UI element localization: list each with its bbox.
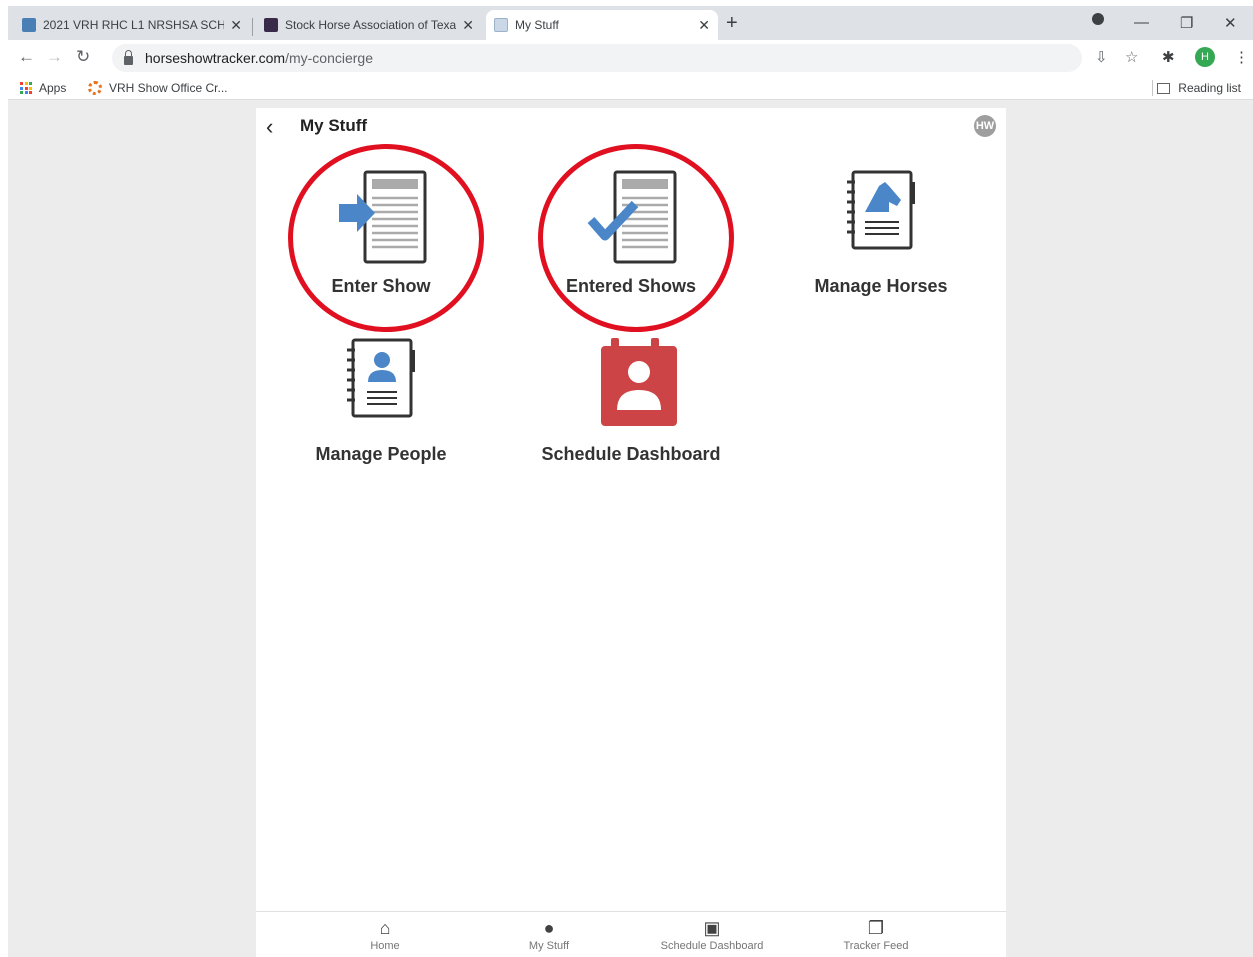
nav-home[interactable]: ⌂ Home bbox=[310, 918, 460, 952]
tile-label: Manage Horses bbox=[814, 276, 948, 296]
new-tab-icon[interactable]: + bbox=[726, 12, 738, 35]
home-icon: ⌂ bbox=[379, 918, 391, 938]
back-chevron-icon[interactable]: ‹ bbox=[266, 114, 273, 140]
browser-tab-active[interactable]: My Stuff ✕ bbox=[486, 10, 718, 40]
nav-label: Home bbox=[370, 940, 400, 952]
extensions-puzzle-icon[interactable]: ✱ bbox=[1162, 48, 1175, 66]
tile-schedule-dashboard[interactable]: Schedule Dashboard bbox=[531, 336, 731, 465]
reading-list-button[interactable]: Reading list bbox=[1157, 81, 1241, 95]
restore-icon[interactable]: ❐ bbox=[1180, 14, 1193, 32]
url-host: horseshowtracker.com bbox=[145, 50, 286, 66]
reload-icon[interactable]: ↻ bbox=[76, 47, 90, 67]
tab-title: Stock Horse Association of Texas bbox=[285, 18, 457, 32]
browser-tab[interactable]: 2021 VRH RHC L1 NRSHSA SCHE ✕ bbox=[14, 10, 250, 40]
app-container: ‹ My Stuff HW Enter Show Entered Shows M… bbox=[256, 108, 1006, 957]
feed-icon: ❐ bbox=[867, 918, 885, 938]
gear-icon bbox=[88, 81, 102, 95]
person-notebook-icon bbox=[347, 338, 415, 418]
tile-manage-people[interactable]: Manage People bbox=[281, 336, 481, 465]
calendar-icon: ▣ bbox=[703, 918, 721, 938]
horse-notebook-icon bbox=[847, 170, 915, 250]
nav-label: Schedule Dashboard bbox=[660, 940, 764, 952]
window-close-icon[interactable]: ✕ bbox=[1224, 14, 1237, 32]
tab-search-icon[interactable] bbox=[1092, 13, 1104, 25]
reading-list-icon bbox=[1157, 82, 1171, 94]
sheet-favicon-icon bbox=[22, 18, 36, 32]
nav-my-stuff[interactable]: ● My Stuff bbox=[474, 918, 624, 952]
page-title: My Stuff bbox=[300, 116, 368, 135]
bookmark-label: Apps bbox=[39, 81, 67, 95]
minimize-icon[interactable]: — bbox=[1134, 14, 1149, 31]
bookmarks-bar: Apps VRH Show Office Cr... Reading list bbox=[8, 76, 1253, 100]
browser-tab[interactable]: Stock Horse Association of Texas ✕ bbox=[256, 10, 482, 40]
close-icon[interactable]: ✕ bbox=[698, 17, 710, 34]
close-icon[interactable]: ✕ bbox=[462, 17, 474, 34]
tab-title: 2021 VRH RHC L1 NRSHSA SCHE bbox=[43, 18, 225, 32]
address-bar[interactable]: horseshowtracker.com/my-concierge bbox=[112, 44, 1082, 72]
apps-grid-icon bbox=[20, 82, 32, 94]
tile-manage-horses[interactable]: Manage Horses bbox=[781, 168, 981, 297]
tile-label: Schedule Dashboard bbox=[541, 444, 721, 464]
forward-arrow-icon[interactable]: → bbox=[46, 47, 63, 67]
browser-toolbar: ← → ↻ horseshowtracker.com/my-concierge … bbox=[8, 40, 1253, 76]
account-icon: ● bbox=[543, 918, 555, 938]
bookmark-star-icon[interactable]: ☆ bbox=[1125, 48, 1138, 66]
browser-menu-icon[interactable]: ⋮ bbox=[1234, 48, 1249, 66]
nav-schedule-dashboard[interactable]: ▣ Schedule Dashboard bbox=[637, 918, 787, 952]
entered-shows-icon bbox=[587, 170, 677, 264]
page-favicon-icon bbox=[494, 18, 508, 32]
back-arrow-icon[interactable]: ← bbox=[18, 47, 35, 67]
install-app-icon[interactable]: ⇩ bbox=[1095, 48, 1108, 66]
tile-label: Entered Shows bbox=[565, 276, 697, 296]
nav-tracker-feed[interactable]: ❐ Tracker Feed bbox=[801, 918, 951, 952]
association-favicon-icon bbox=[264, 18, 278, 32]
nav-label: Tracker Feed bbox=[843, 940, 909, 952]
tile-label: Enter Show bbox=[331, 276, 431, 296]
reading-list-label: Reading list bbox=[1178, 81, 1241, 95]
tile-enter-show[interactable]: Enter Show bbox=[281, 168, 481, 297]
calendar-person-icon bbox=[601, 338, 677, 426]
tab-title: My Stuff bbox=[515, 18, 559, 32]
user-avatar[interactable]: HW bbox=[974, 115, 996, 137]
close-icon[interactable]: ✕ bbox=[230, 17, 242, 34]
app-header: ‹ My Stuff HW bbox=[256, 108, 1006, 148]
enter-show-icon bbox=[339, 170, 427, 264]
profile-avatar[interactable]: H bbox=[1195, 47, 1215, 67]
lock-icon bbox=[124, 49, 133, 65]
bottom-nav: ⌂ Home ● My Stuff ▣ Schedule Dashboard ❐… bbox=[256, 911, 1006, 957]
tile-label: Manage People bbox=[315, 444, 447, 464]
bookmarks-divider bbox=[1152, 80, 1153, 96]
nav-label: My Stuff bbox=[528, 940, 570, 952]
bookmark-apps[interactable]: Apps bbox=[20, 81, 66, 95]
url-path: /my-concierge bbox=[285, 50, 373, 66]
tab-divider bbox=[252, 18, 253, 36]
bookmark-label: VRH Show Office Cr... bbox=[109, 81, 228, 95]
bookmark-vrh-show-office[interactable]: VRH Show Office Cr... bbox=[88, 81, 227, 95]
browser-tabstrip: 2021 VRH RHC L1 NRSHSA SCHE ✕ Stock Hors… bbox=[8, 6, 1253, 40]
tile-entered-shows[interactable]: Entered Shows bbox=[531, 168, 731, 297]
